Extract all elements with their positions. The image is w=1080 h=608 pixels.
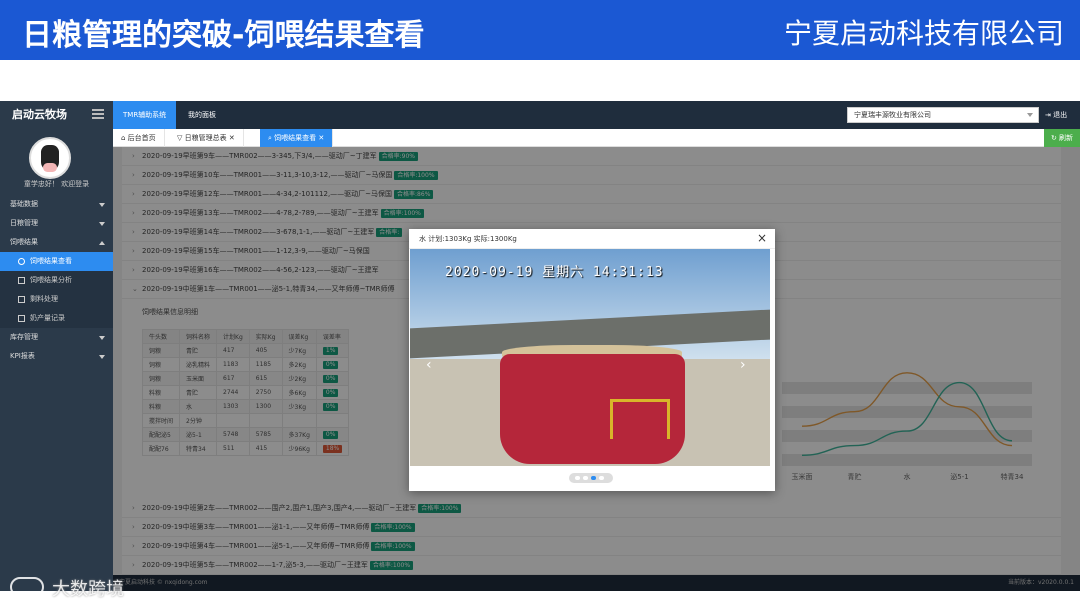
top-tab-tmr[interactable]: TMR辅助系统 [113,101,177,129]
chevron-down-icon [99,336,105,340]
sidebar-item-inventory[interactable]: 库存管理 [0,328,113,347]
sidebar-sub-leftover[interactable]: 剩料处理 [0,290,113,309]
sidebar-item-feeding[interactable]: 饲喂结果 [0,233,113,252]
tab-label: 饲喂结果查看 [274,134,317,142]
sidebar-item-label: 基础数据 [10,200,38,208]
photo-timestamp: 2020-09-19 星期六 14:31:13 [445,265,664,280]
sidebar-sub-label: 饲喂结果分析 [30,276,72,284]
carousel-dot-active[interactable] [591,476,596,480]
slide-banner: 日粮管理的突破-饲喂结果查看 宁夏启动科技有限公司 [0,0,1080,60]
carousel-dots [569,473,613,483]
tab-home[interactable]: ⌂ 后台首页 [113,129,165,147]
tab-label: 日粮管理总表 [184,134,227,142]
cow-snout [43,163,57,172]
top-bar: 启动云牧场 TMR辅助系统 我的面板 宁夏瑞丰源牧业有限公司 ⇥ 退出 [0,101,1080,129]
next-arrow-icon[interactable]: › [740,357,746,373]
tab-ration-table[interactable]: ▽ 日粮管理总表 ✕ [169,129,244,147]
sidebar-nav: 基础数据 日粮管理 饲喂结果 饲喂结果查看 饲喂结果分析 剩料处理 奶产量记录 … [0,195,113,366]
sidebar-sub-feeding-analysis[interactable]: 饲喂结果分析 [0,271,113,290]
sidebar-item-label: KPI报表 [10,352,35,360]
sidebar-item-label: 饲喂结果 [10,238,38,246]
logout-button[interactable]: ⇥ 退出 [1045,101,1067,129]
close-icon[interactable]: × [757,231,767,245]
sidebar-item-label: 日粮管理 [10,219,38,227]
close-icon[interactable]: ✕ [318,134,324,142]
chevron-up-icon [99,241,105,245]
welcome-text: 童学忠好！ 欢迎登录 [23,180,90,188]
camera-photo: 2020-09-19 星期六 14:31:13 ‹ › [410,249,770,466]
close-icon[interactable]: ✕ [229,134,235,142]
carousel-dot[interactable] [583,476,588,480]
menu-toggle-icon[interactable] [92,109,104,119]
carousel-dot[interactable] [575,476,580,480]
chevron-down-icon [99,222,105,226]
slide-company: 宁夏启动科技有限公司 [783,17,1064,50]
sidebar-item-kpi[interactable]: KPI报表 [0,347,113,366]
slide-title: 日粮管理的突破-饲喂结果查看 [22,18,425,53]
top-tab-panel[interactable]: 我的面板 [178,101,226,129]
sidebar-item-base-data[interactable]: 基础数据 [0,195,113,214]
refresh-button[interactable]: ↻ 刷新 [1044,129,1080,147]
modal-title: 水 计划:1303Kg 实际:1300Kg [409,229,775,249]
chevron-down-icon [1027,113,1033,117]
sidebar-sub-feeding-view[interactable]: 饲喂结果查看 [0,252,113,271]
chevron-down-icon [99,203,105,207]
company-select[interactable]: 宁夏瑞丰源牧业有限公司 [847,107,1039,123]
refresh-label: 刷新 [1059,134,1074,142]
sidebar: 童学忠好！ 欢迎登录 基础数据 日粮管理 饲喂结果 饲喂结果查看 饲喂结果分析 … [0,129,113,591]
photo-modal: 水 计划:1303Kg 实际:1300Kg × 2020-09-19 星期六 1… [409,229,775,491]
sidebar-sub-label: 剩料处理 [30,295,58,303]
logout-label: 退出 [1053,111,1068,119]
sidebar-item-label: 库存管理 [10,333,38,341]
photo-rail [610,399,670,439]
tab-feeding-view[interactable]: ⌕ 饲喂结果查看 ✕ [260,129,334,147]
sidebar-sub-milk[interactable]: 奶产量记录 [0,309,113,328]
chevron-down-icon [99,355,105,359]
tab-label: 后台首页 [127,134,156,142]
chart-icon [18,277,25,284]
sidebar-sub-label: 奶产量记录 [30,314,65,322]
search-icon [18,258,25,265]
grid-icon [18,296,25,303]
sidebar-item-ration[interactable]: 日粮管理 [0,214,113,233]
watermark-logo [10,577,44,597]
watermark-text: 大数跨境 [52,579,124,600]
page-tabs: ⌂ 后台首页 ▽ 日粮管理总表 ✕ ⌕ 饲喂结果查看 ✕ ↻ 刷新 [113,129,1080,147]
sidebar-sub-label: 饲喂结果查看 [30,257,72,265]
company-select-value: 宁夏瑞丰源牧业有限公司 [854,111,931,119]
carousel-dot[interactable] [599,476,604,480]
prev-arrow-icon[interactable]: ‹ [426,357,432,373]
avatar [29,137,71,179]
edit-icon [18,315,25,322]
